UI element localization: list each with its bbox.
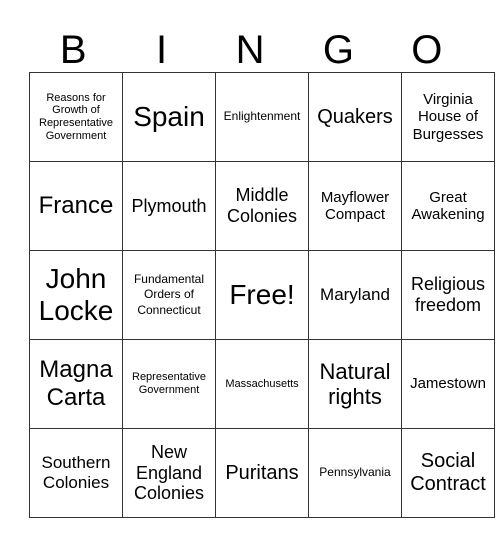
bingo-cell[interactable]: Pennsylvania	[308, 428, 402, 518]
bingo-cell[interactable]: Southern Colonies	[29, 428, 123, 518]
header-letter-g: G	[322, 28, 354, 72]
bingo-cell[interactable]: Religious freedom	[401, 250, 495, 340]
bingo-cell[interactable]: Maryland	[308, 250, 402, 340]
bingo-cell[interactable]: Plymouth	[122, 161, 216, 251]
bingo-cell[interactable]: Great Awakening	[401, 161, 495, 251]
bingo-row: Southern Colonies New England Colonies P…	[29, 428, 495, 518]
header-letter-o: O	[411, 28, 443, 72]
bingo-cell[interactable]: France	[29, 161, 123, 251]
bingo-cell[interactable]: Virginia House of Burgesses	[401, 72, 495, 162]
bingo-cell[interactable]: Reasons for Growth of Representative Gov…	[29, 72, 123, 162]
bingo-cell[interactable]: Mayflower Compact	[308, 161, 402, 251]
free-space[interactable]: Free!	[215, 250, 309, 340]
bingo-cell[interactable]: Massachusetts	[215, 339, 309, 429]
bingo-cell[interactable]: Puritans	[215, 428, 309, 518]
bingo-cell[interactable]: John Locke	[29, 250, 123, 340]
bingo-cell[interactable]: Spain	[122, 72, 216, 162]
bingo-row: Reasons for Growth of Representative Gov…	[29, 72, 495, 162]
header-letter-b: B	[59, 28, 87, 72]
bingo-card: Reasons for Growth of Representative Gov…	[29, 72, 495, 518]
bingo-row: John Locke Fundamental Orders of Connect…	[29, 250, 495, 340]
header-letter-n: N	[235, 28, 265, 72]
bingo-cell[interactable]: Middle Colonies	[215, 161, 309, 251]
bingo-cell[interactable]: Representative Government	[122, 339, 216, 429]
bingo-cell[interactable]: Fundamental Orders of Connecticut	[122, 250, 216, 340]
bingo-cell[interactable]: Magna Carta	[29, 339, 123, 429]
bingo-cell[interactable]: Enlightenment	[215, 72, 309, 162]
bingo-row: France Plymouth Middle Colonies Mayflowe…	[29, 161, 495, 251]
bingo-cell[interactable]: Jamestown	[401, 339, 495, 429]
bingo-cell[interactable]: Quakers	[308, 72, 402, 162]
bingo-cell[interactable]: Natural rights	[308, 339, 402, 429]
header-letter-i: I	[156, 28, 168, 72]
bingo-cell[interactable]: Social Contract	[401, 428, 495, 518]
bingo-cell[interactable]: New England Colonies	[122, 428, 216, 518]
bingo-row: Magna Carta Representative Government Ma…	[29, 339, 495, 429]
bingo-header: B I N G O	[29, 28, 471, 72]
